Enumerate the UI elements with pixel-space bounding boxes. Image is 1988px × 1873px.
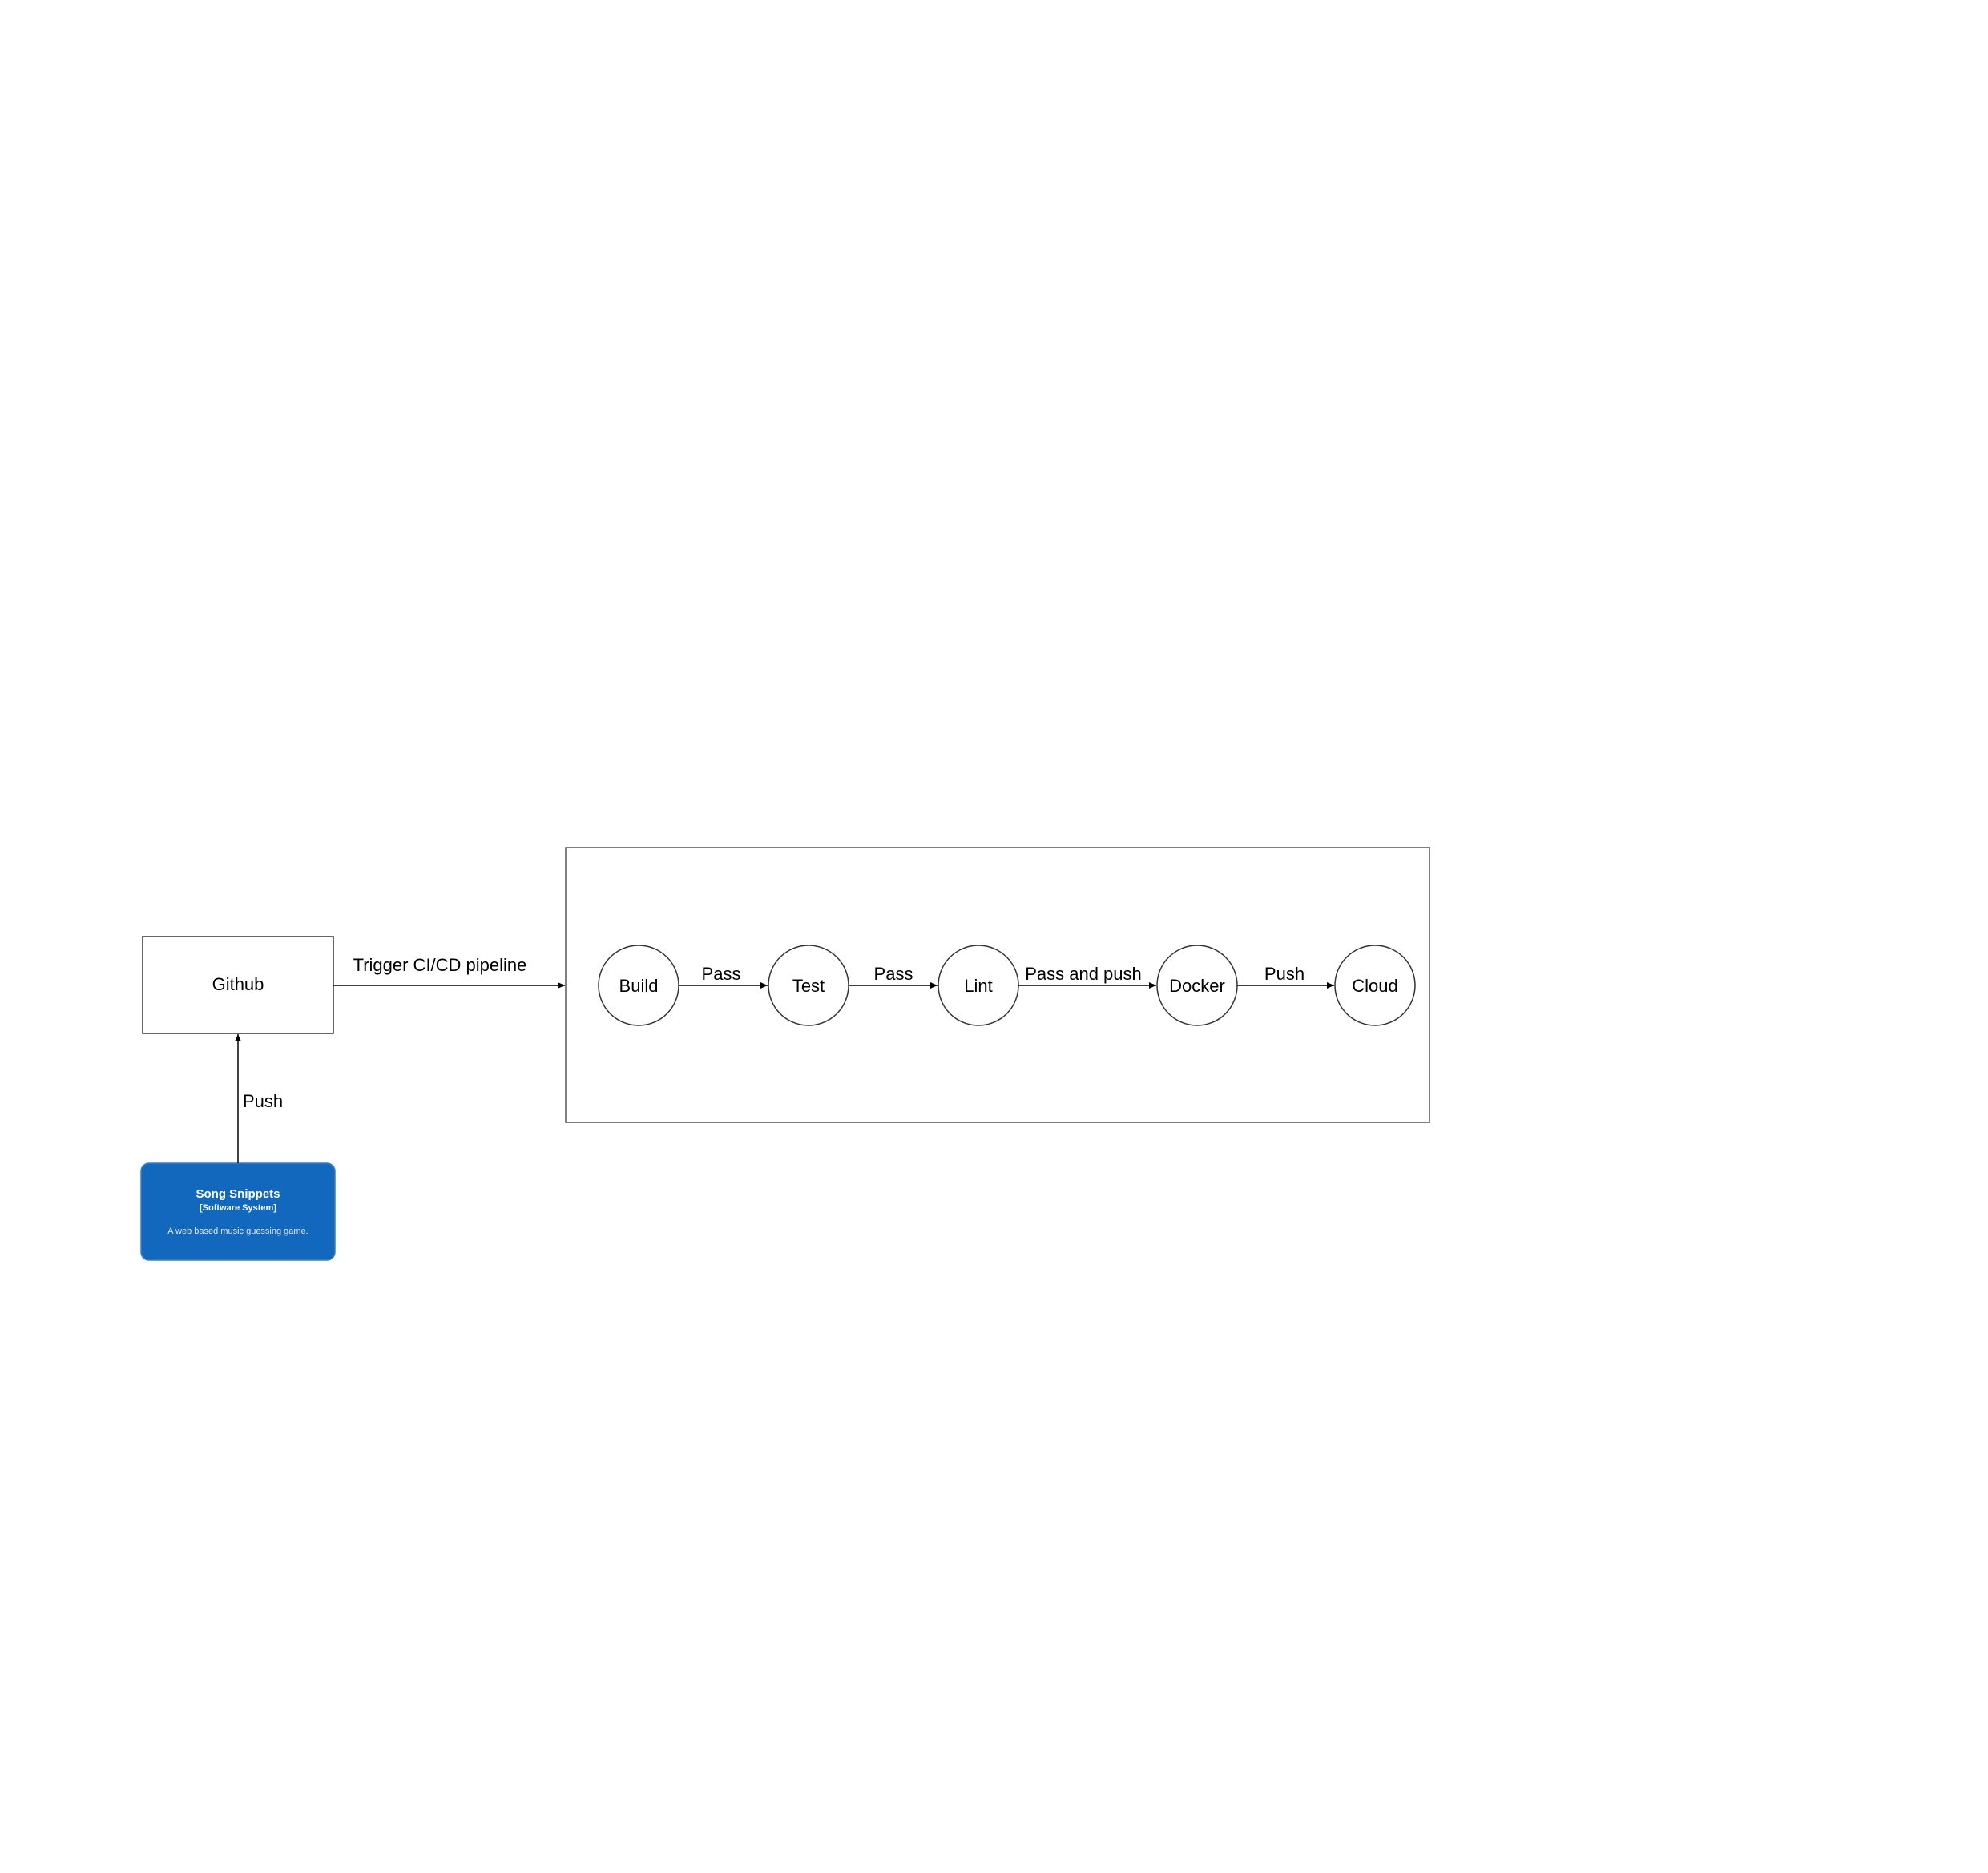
stage-docker[interactable]: Docker	[1156, 945, 1238, 1026]
song-snippets-system[interactable]: Song Snippets [Software System] A web ba…	[140, 1162, 336, 1261]
github-node[interactable]: Github	[142, 936, 334, 1034]
stage-test-label: Test	[792, 976, 825, 996]
system-description: A web based music guessing game.	[167, 1227, 308, 1236]
stage-build[interactable]: Build	[598, 945, 679, 1026]
edge-label-push-to-github: Push	[243, 1091, 283, 1111]
stage-cloud[interactable]: Cloud	[1334, 945, 1416, 1026]
github-label: Github	[212, 974, 264, 994]
stage-docker-label: Docker	[1169, 976, 1225, 996]
system-type: [Software System]	[200, 1203, 276, 1213]
stage-cloud-label: Cloud	[1352, 976, 1397, 996]
edge-label-build-test: Pass	[702, 964, 741, 984]
edge-label-test-lint: Pass	[874, 964, 913, 984]
stage-lint-label: Lint	[964, 976, 992, 996]
edge-label-docker-cloud: Push	[1264, 964, 1304, 984]
diagram-canvas: Github Song Snippets [Software System] A…	[140, 847, 1430, 1261]
stage-test[interactable]: Test	[768, 945, 849, 1026]
system-title: Song Snippets	[196, 1187, 280, 1201]
edge-label-lint-docker: Pass and push	[1025, 964, 1142, 984]
edge-label-trigger: Trigger CI/CD pipeline	[353, 955, 527, 975]
stage-lint[interactable]: Lint	[938, 945, 1019, 1026]
stage-build-label: Build	[619, 976, 659, 996]
